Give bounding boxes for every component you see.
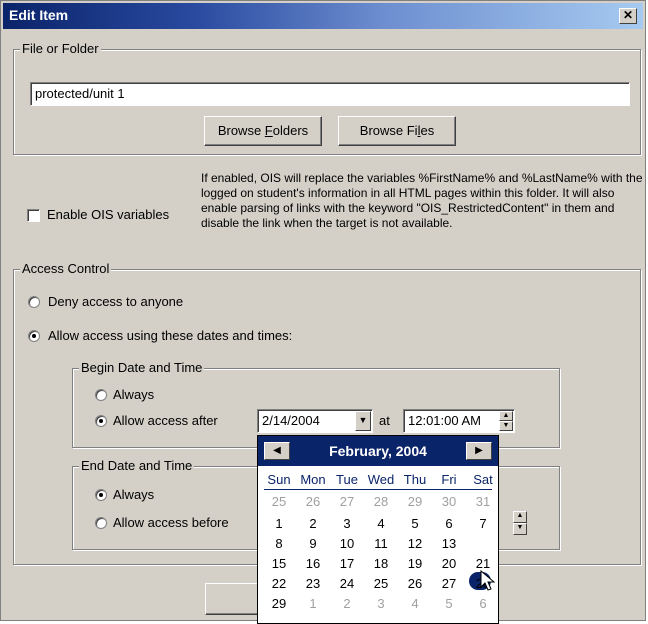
calendar-popup[interactable]: February, 2004 ◀ ▶ Sun Mon Tue Wed Thu Fri Sat… [257,435,499,624]
spin-down-icon[interactable]: ▼ [499,421,513,431]
title-bar[interactable]: Edit Item ✕ [3,3,643,29]
calendar-day[interactable]: 26 [398,576,432,591]
calendar-day[interactable]: 2 [296,516,330,531]
browse-folders-label-pre: Browse [217,123,265,138]
enable-ois-checkbox[interactable] [27,209,40,222]
calendar-day[interactable]: 2 [330,596,364,611]
calendar-day[interactable]: 10 [330,536,364,551]
calendar-day[interactable]: 25 [262,494,296,509]
calendar-next-icon[interactable]: ▶ [466,442,492,460]
calendar-day[interactable]: 29 [262,596,296,611]
calendar-day[interactable]: 27 [432,576,466,591]
end-always-label[interactable]: Always [113,487,154,502]
begin-after-radio[interactable] [95,415,107,427]
calendar-weekday: Tue [336,472,358,487]
begin-date-legend: Begin Date and Time [79,360,205,375]
mouse-pointer-icon [480,570,496,591]
calendar-day[interactable]: 8 [262,536,296,551]
calendar-day[interactable]: 9 [296,536,330,551]
calendar-day[interactable]: 11 [364,536,398,551]
calendar-day[interactable]: 30 [432,494,466,509]
calendar-day[interactable]: 18 [364,556,398,571]
calendar-day[interactable]: 5 [432,596,466,611]
calendar-day[interactable]: 28 [364,494,398,509]
file-or-folder-group: File or Folder protected/unit 1 Browse F… [13,41,641,155]
file-or-folder-legend: File or Folder [20,41,101,56]
calendar-day[interactable]: 17 [330,556,364,571]
deny-access-label[interactable]: Deny access to anyone [48,294,183,309]
end-spin-up-icon[interactable]: ▲ [513,511,527,523]
chevron-down-icon[interactable]: ▼ [355,411,371,431]
calendar-weekday: Wed [367,472,395,487]
calendar-day[interactable]: 1 [262,516,296,531]
calendar-weekday: Sun [267,472,291,487]
calendar-weekday-divider [264,489,492,490]
calendar-day[interactable]: 5 [398,516,432,531]
end-before-label[interactable]: Allow access before [113,515,229,530]
allow-access-radio[interactable] [28,330,40,342]
calendar-day[interactable]: 19 [398,556,432,571]
browse-folders-label-mnemonic: F [264,123,273,138]
calendar-day[interactable]: 20 [432,556,466,571]
calendar-day[interactable]: 13 [432,536,466,551]
browse-folders-button[interactable]: Browse Folders [204,116,322,146]
calendar-day[interactable]: 6 [466,596,500,611]
calendar-day[interactable]: 22 [262,576,296,591]
calendar-month-title: February, 2004 [329,443,427,459]
calendar-day[interactable]: 3 [364,596,398,611]
calendar-day[interactable]: 16 [296,556,330,571]
calendar-day[interactable]: 12 [398,536,432,551]
begin-date-value: 2/14/2004 [262,413,320,428]
calendar-day[interactable]: 21 [466,556,500,571]
calendar-day[interactable]: 27 [330,494,364,509]
access-control-legend: Access Control [20,261,112,276]
path-input[interactable]: protected/unit 1 [30,82,630,106]
calendar-weekday: Sat [473,472,493,487]
enable-ois-label[interactable]: Enable OIS variables [47,207,169,222]
begin-always-label[interactable]: Always [113,387,154,402]
calendar-day[interactable]: 26 [296,494,330,509]
calendar-day[interactable]: 7 [466,516,500,531]
end-always-radio[interactable] [95,489,107,501]
calendar-day[interactable]: 24 [330,576,364,591]
calendar-day[interactable]: 23 [296,576,330,591]
calendar-day[interactable]: 15 [262,556,296,571]
end-before-radio[interactable] [95,517,107,529]
at-label: at [379,413,390,428]
calendar-day[interactable]: 3 [330,516,364,531]
begin-always-radio[interactable] [95,389,107,401]
calendar-prev-icon[interactable]: ◀ [264,442,290,460]
calendar-weekday: Mon [300,472,326,487]
allow-access-label[interactable]: Allow access using these dates and times… [48,328,292,343]
calendar-weekday: Thu [403,472,427,487]
deny-access-radio[interactable] [28,296,40,308]
browse-files-button[interactable]: Browse Files [338,116,456,146]
browse-files-label-pre: Browse Fi [359,123,418,138]
begin-after-label[interactable]: Allow access after [113,413,218,428]
end-spin-down-icon[interactable]: ▼ [513,523,527,535]
calendar-header: February, 2004 [258,436,498,466]
calendar-day[interactable]: 4 [398,596,432,611]
calendar-day[interactable]: 25 [364,576,398,591]
calendar-day[interactable]: 1 [296,596,330,611]
spin-up-icon[interactable]: ▲ [499,411,513,421]
calendar-day[interactable]: 14 [466,536,500,551]
close-icon[interactable]: ✕ [619,8,637,24]
ois-description: If enabled, OIS will replace the variabl… [201,171,643,230]
calendar-day[interactable]: 6 [432,516,466,531]
browse-folders-label-post: olders [272,123,309,138]
edit-item-dialog: Edit Item ✕ File or Folder protected/uni… [0,0,646,624]
calendar-weekday: Fri [441,472,457,487]
calendar-day[interactable]: 4 [364,516,398,531]
window-title: Edit Item [9,7,69,23]
browse-files-label-post: es [420,123,435,138]
calendar-day[interactable]: 31 [466,494,500,509]
end-date-legend: End Date and Time [79,458,195,473]
calendar-day[interactable]: 29 [398,494,432,509]
